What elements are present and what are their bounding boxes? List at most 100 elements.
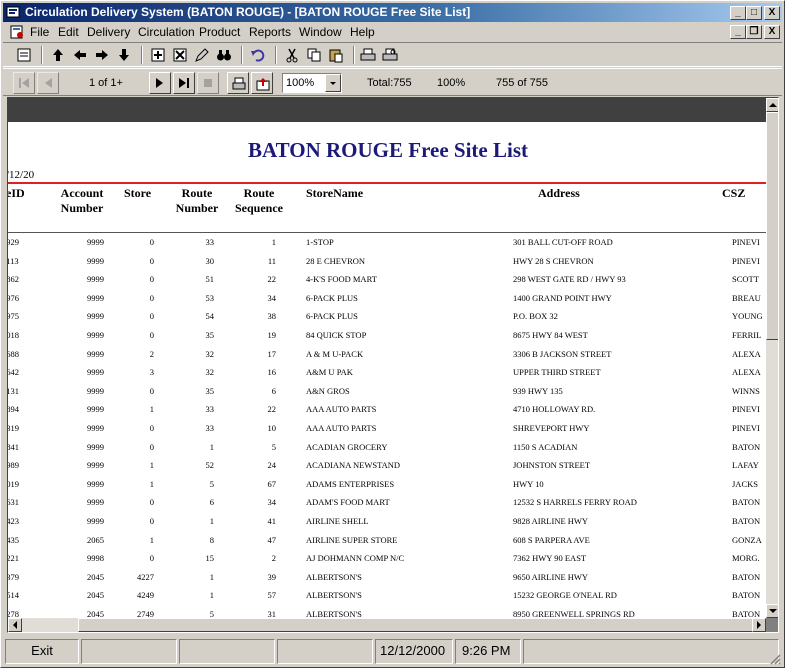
- report-preview[interactable]: BATON ROUGE Free Site List /12/20 eID Ac…: [7, 97, 779, 633]
- close-button[interactable]: X: [764, 6, 780, 20]
- menu-reports[interactable]: Reports: [249, 25, 291, 39]
- cell-name: 84 QUICK STOP: [306, 330, 367, 340]
- cell-store: 2749: [137, 609, 154, 618]
- menu-edit[interactable]: Edit: [58, 25, 79, 39]
- tool-paste[interactable]: [325, 45, 347, 65]
- scroll-down-button[interactable]: [766, 604, 778, 618]
- cell-id: 4131: [8, 385, 19, 396]
- cell-name: ADAM'S FOOD MART: [306, 497, 390, 508]
- tool-delete[interactable]: [169, 45, 191, 65]
- tool-cut[interactable]: [281, 45, 303, 65]
- cell-csz: PINEVI: [732, 423, 760, 433]
- cell-csz: BATON: [732, 609, 761, 618]
- cell-csz: MORG.: [732, 553, 760, 564]
- cell-route: 54: [205, 311, 215, 322]
- cell-store: 0: [149, 292, 154, 303]
- table-row: 4278 2045 2749 5 31 ALBERTSON'S 8950 GREENWELL…: [8, 606, 768, 618]
- cell-store: 0: [149, 255, 154, 266]
- cell-store: 0: [149, 237, 154, 247]
- cell-address: UPPER THIRD STREET: [513, 367, 601, 378]
- title-bar[interactable]: Circulation Delivery System (BATON ROUGE…: [3, 3, 782, 22]
- cell-account: 9999: [87, 404, 104, 415]
- column-header-id: eID: [8, 186, 25, 200]
- tool-open[interactable]: [13, 45, 35, 65]
- printer-icon: [360, 48, 376, 61]
- zoom-value: 100%: [286, 77, 315, 89]
- menu-file[interactable]: File: [30, 25, 49, 39]
- first-page-button[interactable]: [13, 72, 35, 94]
- table-row: 1019 9999 1 5 67 ADAMS ENTERPRISES HWY 10 JACKS: [8, 476, 768, 494]
- column-header-store: Store: [124, 186, 152, 200]
- tool-print-preview[interactable]: [379, 45, 401, 65]
- cell-csz: BATON: [732, 497, 761, 508]
- cell-account: 9999: [87, 497, 104, 508]
- vertical-scrollbar[interactable]: [766, 98, 778, 618]
- cell-account: 9999: [87, 237, 104, 247]
- zoom-select[interactable]: 100%: [282, 73, 342, 93]
- mdi-minimize-button[interactable]: _: [730, 25, 746, 39]
- cell-account: 9999: [87, 255, 104, 266]
- menu-help[interactable]: Help: [350, 25, 375, 39]
- export-button[interactable]: [251, 72, 273, 94]
- paste-icon: [329, 49, 343, 63]
- cell-name: ACADIAN GROCERY: [306, 441, 388, 452]
- cell-store: 0: [149, 553, 154, 564]
- cell-address: SHREVEPORT HWY: [513, 423, 590, 433]
- cell-id: 8379: [8, 571, 19, 582]
- cell-account: 9999: [87, 441, 104, 452]
- minimize-button[interactable]: _: [730, 6, 746, 20]
- scroll-up-button[interactable]: [766, 98, 778, 112]
- previous-page-button[interactable]: [37, 72, 59, 94]
- menu-circulation[interactable]: Circulation: [138, 25, 195, 39]
- menu-delivery[interactable]: Delivery: [87, 25, 130, 39]
- cell-store: 1: [149, 404, 154, 415]
- horizontal-scroll-thumb[interactable]: [78, 618, 758, 632]
- vertical-scroll-thumb[interactable]: [766, 112, 778, 340]
- cell-seq: 1: [271, 237, 276, 247]
- tool-copy[interactable]: [303, 45, 325, 65]
- tool-first[interactable]: [47, 45, 69, 65]
- tool-edit[interactable]: [191, 45, 213, 65]
- cell-id: 8631: [8, 497, 19, 508]
- menu-product[interactable]: Product: [199, 25, 240, 39]
- tool-next[interactable]: [91, 45, 113, 65]
- report-print-button[interactable]: [227, 72, 249, 94]
- tool-last[interactable]: [113, 45, 135, 65]
- cell-address: 4710 HOLLOWAY RD.: [513, 404, 596, 415]
- status-panel-empty-2: [179, 639, 275, 664]
- cell-route: 1: [209, 441, 214, 452]
- menu-window[interactable]: Window: [299, 25, 342, 39]
- mdi-close-button[interactable]: X: [764, 25, 780, 39]
- resize-grip-icon[interactable]: [769, 653, 781, 665]
- cell-id: 8841: [8, 441, 19, 452]
- tool-print[interactable]: [357, 45, 379, 65]
- zoom-dropdown-button[interactable]: [325, 74, 341, 92]
- mdi-restore-button[interactable]: ❐: [746, 25, 762, 39]
- column-header-address: Address: [538, 186, 580, 200]
- column-header-route: Route Number: [175, 186, 219, 215]
- table-row: 8435 2065 1 8 47 AIRLINE SUPER STORE 608 S PAR…: [8, 532, 768, 550]
- stop-button[interactable]: [197, 72, 219, 94]
- cell-route: 35: [205, 330, 215, 340]
- exit-button[interactable]: Exit: [5, 639, 79, 664]
- tool-new[interactable]: [147, 45, 169, 65]
- cell-route: 53: [205, 292, 215, 303]
- tool-undo[interactable]: [247, 45, 269, 65]
- last-page-button[interactable]: [173, 72, 195, 94]
- horizontal-scrollbar[interactable]: [8, 618, 766, 632]
- maximize-button[interactable]: □: [746, 6, 762, 20]
- table-row: 8319 9999 0 33 10 AAA AUTO PARTS SHREVEPORT HW…: [8, 420, 768, 438]
- scroll-left-button[interactable]: [8, 618, 22, 632]
- scroll-right-button[interactable]: [752, 618, 766, 632]
- cell-store: 1: [149, 478, 154, 489]
- document-icon[interactable]: [9, 24, 25, 40]
- cell-account: 9999: [87, 423, 104, 433]
- cell-id: 4018: [8, 330, 19, 340]
- app-icon: [6, 6, 20, 18]
- cell-route: 5: [209, 478, 214, 489]
- cell-account: 9999: [87, 348, 104, 359]
- tool-find[interactable]: [213, 45, 235, 65]
- tool-previous[interactable]: [69, 45, 91, 65]
- next-page-button[interactable]: [149, 72, 171, 94]
- cell-name: ALBERTSON'S: [306, 590, 362, 601]
